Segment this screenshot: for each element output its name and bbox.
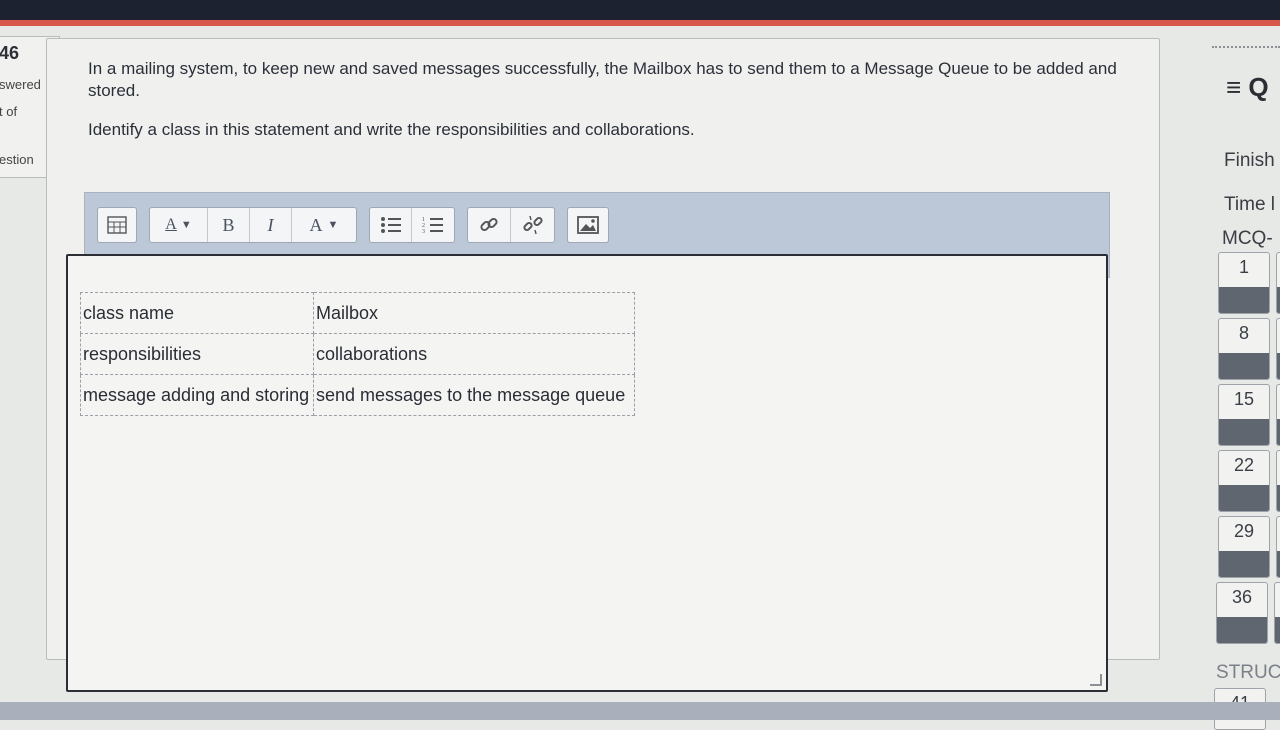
image-button[interactable] bbox=[568, 208, 608, 242]
nav-question-button[interactable]: 22 bbox=[1218, 450, 1270, 512]
nav-question-button-partial[interactable] bbox=[1276, 450, 1280, 512]
table-cell[interactable]: Mailbox bbox=[313, 292, 635, 334]
bold-button[interactable]: B bbox=[208, 208, 250, 242]
font-color-button[interactable]: A ▼ bbox=[292, 208, 356, 242]
table-cell[interactable]: responsibilities bbox=[80, 333, 314, 375]
nav-question-button[interactable]: 1 bbox=[1218, 252, 1270, 314]
italic-icon: I bbox=[267, 214, 274, 235]
font-size-icon: A bbox=[165, 216, 177, 233]
bold-icon: B bbox=[222, 214, 235, 235]
top-bar bbox=[0, 0, 1280, 20]
font-color-icon: A bbox=[309, 214, 323, 235]
nav-question-number: 36 bbox=[1231, 587, 1253, 607]
time-left-label: Time l bbox=[1224, 194, 1276, 215]
toolbar-group-format: A ▼ B I A ▼ bbox=[149, 207, 357, 243]
finish-attempt-link[interactable]: Finish bbox=[1224, 150, 1275, 172]
table-cell[interactable]: collaborations bbox=[313, 333, 635, 375]
bullet-list-icon bbox=[380, 217, 401, 233]
chevron-down-icon: ▼ bbox=[327, 219, 339, 231]
numbered-list-button[interactable]: 123 bbox=[412, 208, 454, 242]
nav-question-button[interactable]: 36 bbox=[1216, 582, 1268, 644]
link-button[interactable] bbox=[468, 208, 511, 242]
nav-question-button[interactable]: 29 bbox=[1218, 516, 1270, 578]
section-heading-structured: STRUC bbox=[1216, 662, 1280, 683]
question-instruction: Identify a class in this statement and w… bbox=[88, 120, 695, 139]
table-cell[interactable]: send messages to the message queue bbox=[313, 374, 635, 416]
toolbar-group-lists: 123 bbox=[369, 207, 455, 243]
bullet-list-button[interactable] bbox=[370, 208, 412, 242]
answered-indicator bbox=[1217, 617, 1267, 643]
nav-question-number: 1 bbox=[1238, 257, 1249, 277]
answered-indicator bbox=[1219, 551, 1269, 577]
font-size-button[interactable]: A ▼ bbox=[150, 208, 208, 242]
unlink-button[interactable] bbox=[511, 208, 554, 242]
bottom-bar bbox=[0, 702, 1280, 720]
marks-out-of: t of bbox=[0, 104, 18, 119]
nav-question-button-partial[interactable] bbox=[1274, 582, 1280, 644]
table-cell[interactable]: class name bbox=[80, 292, 314, 334]
answered-status: swered bbox=[0, 77, 41, 92]
unlink-icon bbox=[522, 215, 543, 235]
toolbar-group-show-more bbox=[97, 207, 137, 243]
italic-button[interactable]: I bbox=[250, 208, 292, 242]
chevron-down-icon: ▼ bbox=[180, 219, 192, 231]
question-text: In a mailing system, to keep new and sav… bbox=[88, 59, 1117, 100]
resize-handle[interactable] bbox=[1090, 674, 1102, 686]
svg-text:3: 3 bbox=[422, 229, 425, 235]
nav-question-button[interactable]: 15 bbox=[1218, 384, 1270, 446]
flag-question-link[interactable]: estion bbox=[0, 152, 34, 167]
numbered-list-icon: 123 bbox=[422, 217, 443, 235]
nav-question-number: 22 bbox=[1233, 455, 1255, 475]
table-row: class name Mailbox bbox=[80, 292, 635, 334]
nav-question-button-partial[interactable] bbox=[1276, 384, 1280, 446]
nav-question-number: 15 bbox=[1233, 389, 1255, 409]
nav-question-number: 8 bbox=[1238, 323, 1249, 343]
quiz-navigation-title: ≡ Q bbox=[1226, 72, 1269, 102]
toolbar-group-links bbox=[467, 207, 555, 243]
answered-indicator bbox=[1219, 485, 1269, 511]
nav-question-number: 29 bbox=[1233, 521, 1255, 541]
answered-indicator bbox=[1219, 419, 1269, 445]
table-cell[interactable]: message adding and storing bbox=[80, 374, 314, 416]
crc-answer-table[interactable]: class name Mailbox responsibilities coll… bbox=[80, 292, 635, 416]
toolbar-group-media bbox=[567, 207, 609, 243]
image-icon bbox=[577, 216, 599, 234]
nav-divider bbox=[1212, 46, 1280, 48]
nav-question-button[interactable]: 8 bbox=[1218, 318, 1270, 380]
nav-question-button-partial[interactable] bbox=[1276, 516, 1280, 578]
grid-icon[interactable] bbox=[98, 208, 136, 242]
table-row: message adding and storing send messages… bbox=[80, 374, 635, 416]
link-icon bbox=[480, 217, 498, 232]
section-heading-mcq: MCQ- bbox=[1222, 228, 1273, 249]
question-number: 46 bbox=[0, 43, 20, 63]
nav-question-button-partial[interactable] bbox=[1276, 252, 1280, 314]
answered-indicator bbox=[1219, 353, 1269, 379]
nav-question-button-partial[interactable] bbox=[1276, 318, 1280, 380]
top-accent-bar bbox=[0, 20, 1280, 26]
answered-indicator bbox=[1219, 287, 1269, 313]
table-row: responsibilities collaborations bbox=[80, 333, 635, 375]
